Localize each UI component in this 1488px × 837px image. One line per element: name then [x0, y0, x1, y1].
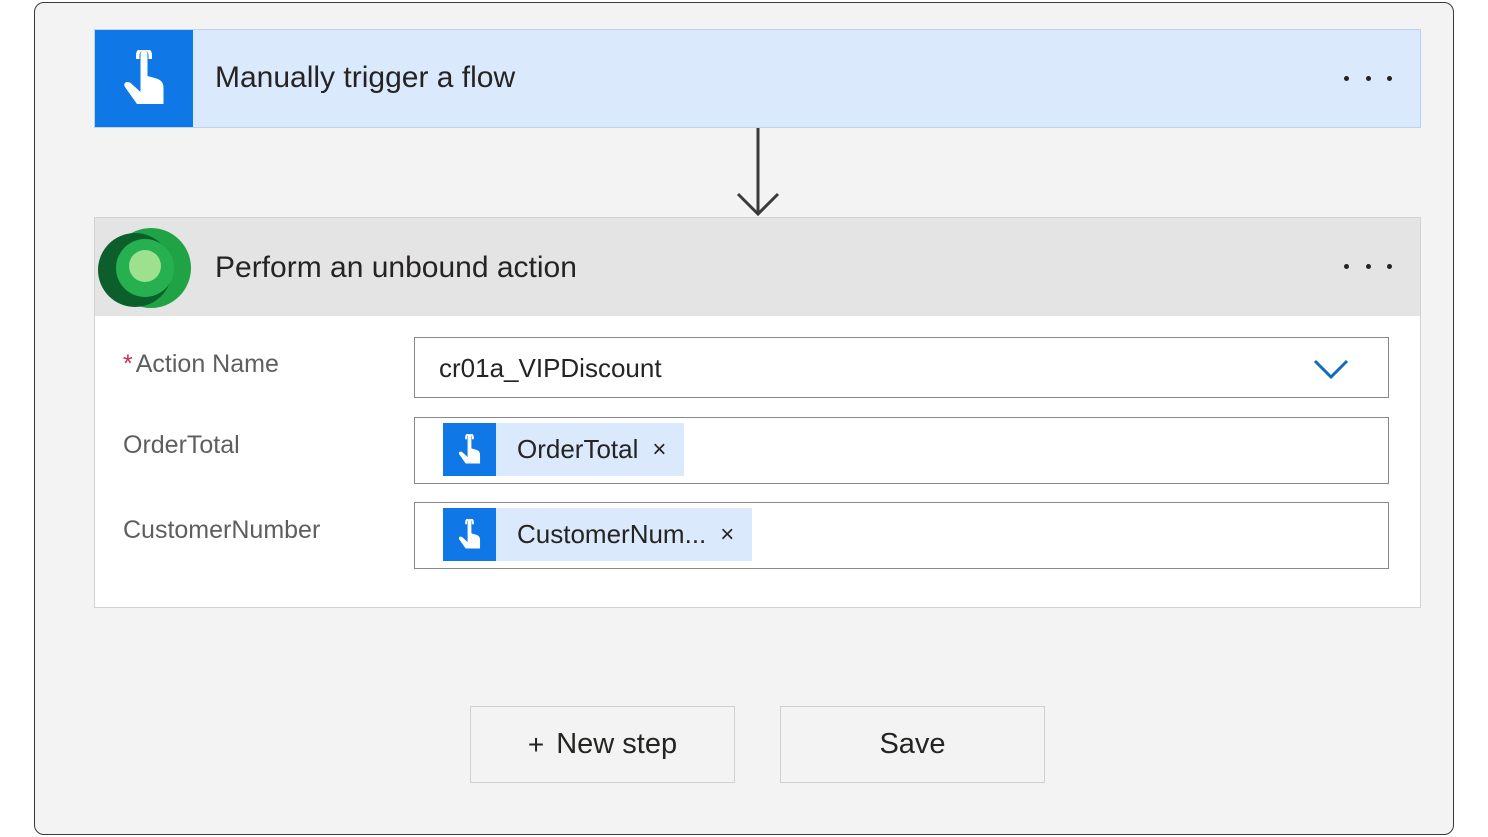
customer-number-input[interactable]: CustomerNum... × [414, 502, 1389, 569]
action-name-dropdown[interactable]: cr01a_VIPDiscount [414, 337, 1389, 398]
action-card-header[interactable]: Perform an unbound action [95, 218, 1420, 316]
chevron-down-icon [1313, 359, 1349, 380]
action-card: Perform an unbound action * Action Name c… [94, 217, 1421, 608]
token-remove-button[interactable]: × [638, 437, 684, 462]
new-step-button[interactable]: + New step [470, 706, 735, 783]
save-button[interactable]: Save [780, 706, 1045, 783]
save-label: Save [879, 728, 946, 760]
dataverse-logo-icon [98, 228, 191, 308]
dot-icon [1365, 75, 1371, 81]
action-name-label: * Action Name [123, 350, 279, 379]
order-total-label: OrderTotal [123, 431, 240, 459]
dynamic-content-token[interactable]: OrderTotal × [443, 423, 685, 476]
trigger-card[interactable]: Manually trigger a flow [94, 29, 1421, 128]
dot-icon [1387, 75, 1392, 81]
dot-icon [1365, 263, 1371, 269]
touch-hand-icon [443, 423, 496, 476]
dot-icon [1344, 263, 1349, 269]
token-remove-button[interactable]: × [706, 522, 752, 547]
touch-hand-icon [95, 30, 193, 127]
order-total-input[interactable]: OrderTotal × [414, 417, 1389, 484]
token-label: OrderTotal [517, 434, 639, 464]
new-step-label: New step [556, 728, 678, 760]
token-label: CustomerNum... [517, 519, 707, 549]
dynamic-content-token[interactable]: CustomerNum... × [443, 508, 753, 561]
plus-icon: + [527, 728, 545, 760]
arrow-down-icon [736, 128, 780, 217]
action-name-value: cr01a_VIPDiscount [439, 353, 662, 383]
required-mark: * [123, 350, 133, 378]
trigger-title: Manually trigger a flow [215, 61, 516, 94]
trigger-more-options-button[interactable] [1344, 63, 1392, 93]
action-more-options-button[interactable] [1344, 251, 1392, 281]
dot-icon [1387, 263, 1392, 269]
action-name-label-text: Action Name [135, 350, 279, 378]
customer-number-label: CustomerNumber [123, 516, 321, 544]
touch-hand-icon [443, 508, 496, 561]
action-title: Perform an unbound action [215, 251, 577, 284]
dot-icon [1344, 75, 1349, 81]
